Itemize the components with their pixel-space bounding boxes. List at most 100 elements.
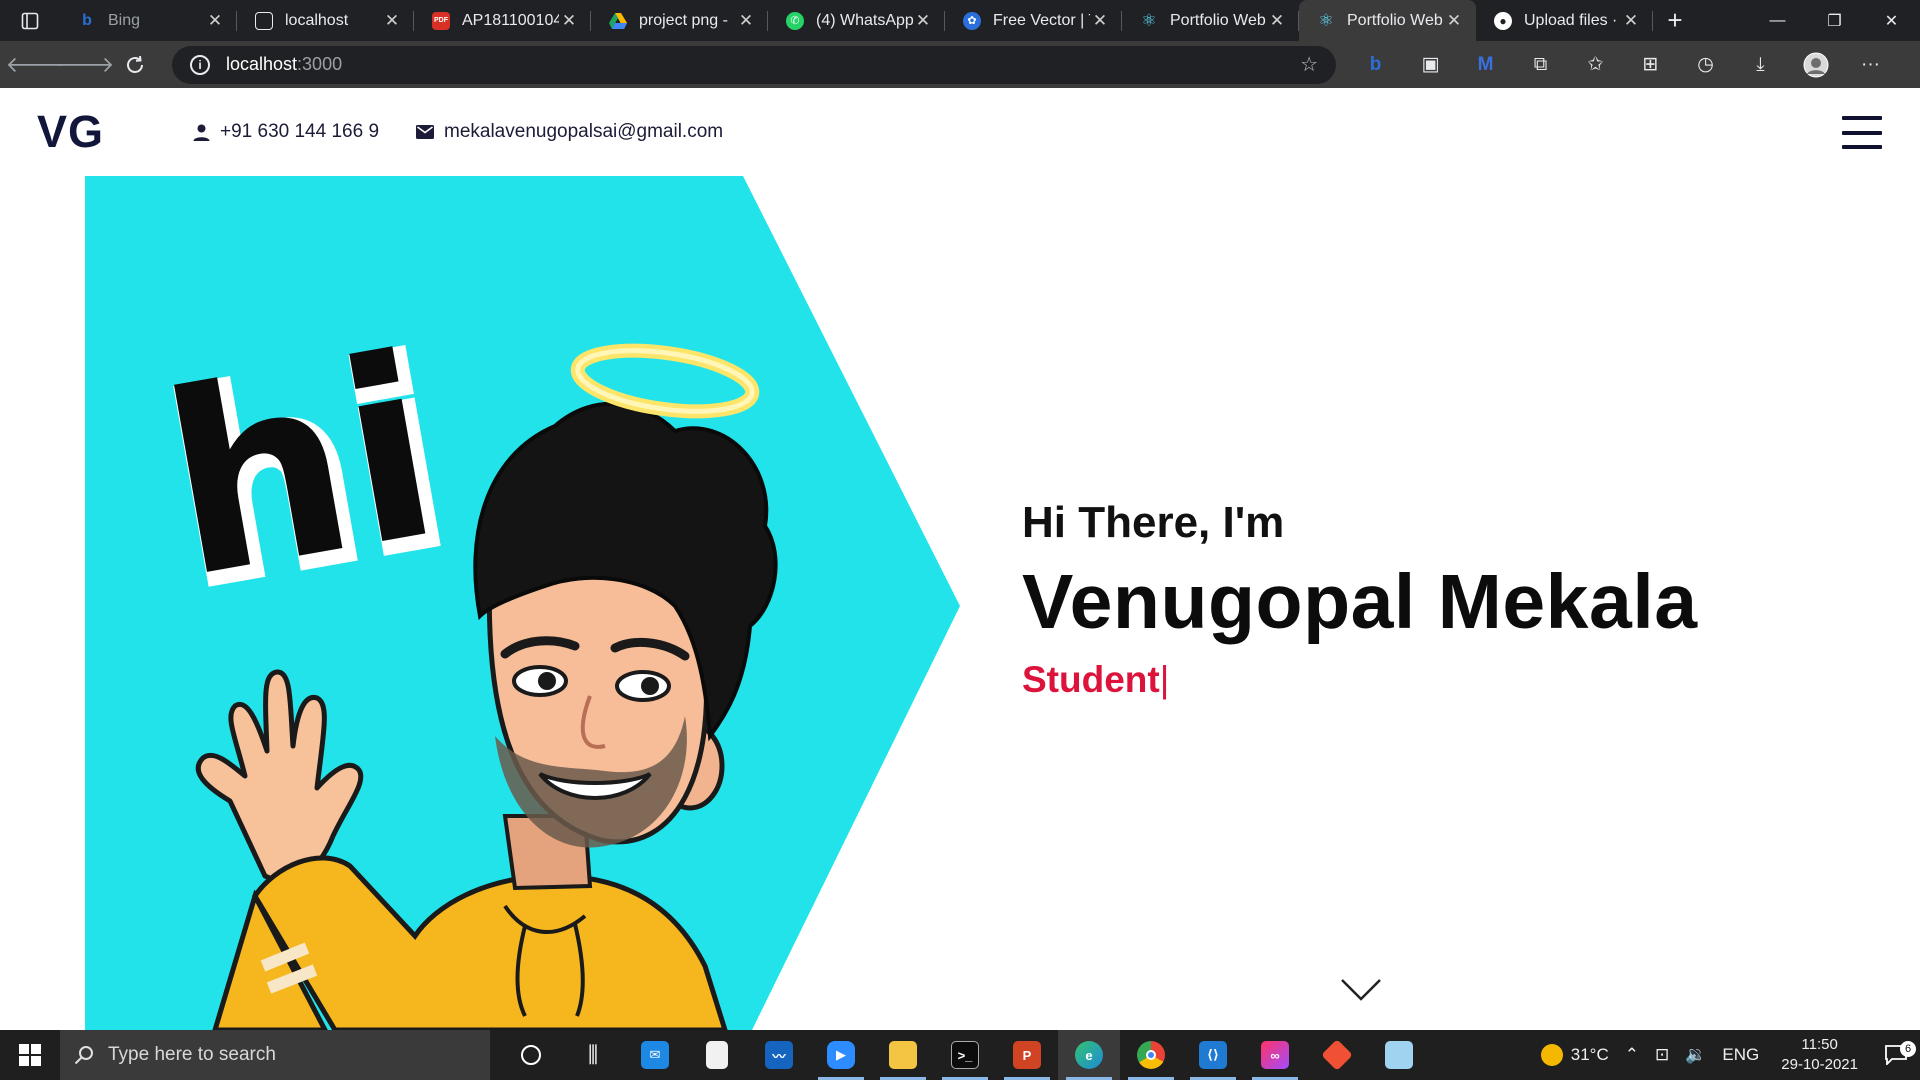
terminal-icon: >_ xyxy=(951,1041,979,1069)
vscode-button[interactable]: ⟨⟩ xyxy=(1182,1030,1244,1080)
cortana-icon xyxy=(521,1045,541,1065)
windows-logo-icon xyxy=(19,1044,41,1066)
history-icon[interactable]: ◷ xyxy=(1678,53,1733,76)
chrome-icon xyxy=(1137,1041,1165,1069)
hero-illustration: hi hi xyxy=(85,176,960,1030)
site-logo[interactable]: VG xyxy=(37,106,104,158)
close-tab-icon[interactable]: ✕ xyxy=(559,11,579,31)
refresh-button[interactable] xyxy=(110,41,160,88)
volume-icon[interactable]: 🔉 xyxy=(1677,1045,1714,1065)
hi-lettering: hi hi xyxy=(146,301,470,647)
forward-button[interactable]: 🡒 xyxy=(56,41,115,88)
extension-m-icon[interactable]: M xyxy=(1458,54,1513,76)
browser-tab[interactable]: b Bing ✕ xyxy=(60,0,237,41)
notification-center-button[interactable]: 6 xyxy=(1872,1041,1920,1065)
window-controls: — ❐ ✕ xyxy=(1749,0,1920,41)
search-icon xyxy=(74,1045,94,1065)
close-window-icon[interactable]: ✕ xyxy=(1863,0,1920,41)
close-tab-icon[interactable]: ✕ xyxy=(1621,11,1641,31)
network-icon[interactable]: ⊡ xyxy=(1647,1045,1677,1065)
start-button[interactable] xyxy=(0,1030,60,1080)
hero-greeting: Hi There, I'm xyxy=(1022,498,1285,547)
notepad-button[interactable] xyxy=(1368,1030,1430,1080)
task-view-button[interactable]: ⫼ xyxy=(562,1030,624,1080)
file-explorer-button[interactable] xyxy=(872,1030,934,1080)
collections-stack-icon[interactable]: ▣ xyxy=(1403,53,1458,76)
close-tab-icon[interactable]: ✕ xyxy=(1267,11,1287,31)
weather-temperature: 31°C xyxy=(1570,1045,1609,1064)
new-tab-button[interactable]: + xyxy=(1653,0,1697,41)
close-tab-icon[interactable]: ✕ xyxy=(736,11,756,31)
cortana-button[interactable] xyxy=(500,1030,562,1080)
file-explorer-icon xyxy=(889,1041,917,1069)
downloads-icon[interactable]: ⤓ xyxy=(1733,54,1788,76)
windows-taskbar: Type here to search ⫼ ✉ 〰 ▶ >_ P e ⟨⟩ ∞ … xyxy=(0,1030,1920,1080)
browser-tab[interactable]: ✆ (4) WhatsApp ✕ xyxy=(768,0,945,41)
close-tab-icon[interactable]: ✕ xyxy=(1444,11,1464,31)
email-contact[interactable]: mekalavenugopalsai@gmail.com xyxy=(416,121,723,143)
site-info-icon[interactable]: i xyxy=(190,54,210,75)
tab-actions-button[interactable] xyxy=(0,0,60,41)
role-text: Student xyxy=(1022,659,1160,700)
mail-icon: ✉ xyxy=(641,1041,669,1069)
bing-icon: b xyxy=(82,11,92,29)
clock-time: 11:50 xyxy=(1801,1036,1838,1053)
file-icon xyxy=(706,1041,728,1069)
show-hidden-icons-icon[interactable]: ⌃ xyxy=(1617,1045,1647,1065)
browser-tab[interactable]: ● Upload files · ✕ xyxy=(1476,0,1653,41)
profile-avatar[interactable] xyxy=(1788,52,1843,78)
scroll-down-chevron-icon[interactable] xyxy=(1340,978,1382,1002)
tab-title: localhost xyxy=(285,11,349,29)
menu-hamburger-icon[interactable] xyxy=(1842,116,1882,149)
email-address: mekalavenugopalsai@gmail.com xyxy=(444,121,724,142)
edge-button[interactable]: e xyxy=(1058,1030,1120,1080)
browser-tab[interactable]: project png - ✕ xyxy=(591,0,768,41)
stocks-icon: 〰 xyxy=(765,1041,793,1069)
favorites-icon[interactable]: ✩ xyxy=(1568,53,1623,76)
stocks-button[interactable]: 〰 xyxy=(748,1030,810,1080)
git-button[interactable] xyxy=(1306,1030,1368,1080)
tab-title: Portfolio Web xyxy=(1170,11,1266,29)
creative-cloud-button[interactable]: ∞ xyxy=(1244,1030,1306,1080)
tab-title: Upload files · xyxy=(1524,11,1618,29)
browser-tab-active[interactable]: ⚛ Portfolio Web ✕ xyxy=(1299,0,1476,41)
taskbar-search-box[interactable]: Type here to search xyxy=(60,1030,490,1080)
url-host: localhost xyxy=(226,54,298,74)
powerpoint-button[interactable]: P xyxy=(996,1030,1058,1080)
address-bar[interactable]: i localhost:3000 ☆ xyxy=(172,45,1336,84)
input-language[interactable]: ENG xyxy=(1714,1045,1767,1065)
site-header: VG +91 630 144 166 9 mekalavenugopalsai@… xyxy=(0,88,1920,176)
more-options-icon[interactable]: ··· xyxy=(1843,54,1898,76)
back-button[interactable]: 🡐 xyxy=(6,41,65,88)
browser-tab[interactable]: ⚛ Portfolio Web ✕ xyxy=(1122,0,1299,41)
mail-button[interactable]: ✉ xyxy=(624,1030,686,1080)
browser-tab[interactable]: PDF AP181100104 ✕ xyxy=(414,0,591,41)
google-drive-icon xyxy=(609,12,627,30)
collections-icon[interactable]: ⊞ xyxy=(1623,53,1678,76)
hero-name: Venugopal Mekala xyxy=(1022,559,1698,645)
browser-tab[interactable]: ✿ Free Vector | T ✕ xyxy=(945,0,1122,41)
chrome-button[interactable] xyxy=(1120,1030,1182,1080)
restore-icon[interactable]: ❐ xyxy=(1806,0,1863,41)
weather-widget[interactable]: 31°C xyxy=(1533,1044,1617,1066)
add-favorite-icon[interactable]: ☆ xyxy=(1300,52,1318,77)
clock[interactable]: 11:50 29-10-2021 xyxy=(1767,1035,1872,1075)
phone-contact[interactable]: +91 630 144 166 9 xyxy=(193,121,379,143)
file-button[interactable] xyxy=(686,1030,748,1080)
page-icon xyxy=(255,11,273,30)
bing-icon[interactable]: b xyxy=(1348,54,1403,76)
tab-title: AP181100104 xyxy=(462,11,559,29)
close-tab-icon[interactable]: ✕ xyxy=(382,11,402,31)
tab-title: (4) WhatsApp xyxy=(816,11,913,29)
terminal-button[interactable]: >_ xyxy=(934,1030,996,1080)
taskbar-apps: ⫼ ✉ 〰 ▶ >_ P e ⟨⟩ ∞ xyxy=(500,1030,1430,1080)
minimize-icon[interactable]: — xyxy=(1749,0,1806,41)
browser-tab[interactable]: localhost ✕ xyxy=(237,0,414,41)
close-tab-icon[interactable]: ✕ xyxy=(1090,11,1110,31)
person-icon xyxy=(193,124,210,141)
github-icon: ● xyxy=(1494,11,1512,30)
close-tab-icon[interactable]: ✕ xyxy=(205,11,225,31)
zoom-button[interactable]: ▶ xyxy=(810,1030,872,1080)
close-tab-icon[interactable]: ✕ xyxy=(913,11,933,31)
extensions-puzzle-icon[interactable]: ⧉ xyxy=(1513,54,1568,76)
